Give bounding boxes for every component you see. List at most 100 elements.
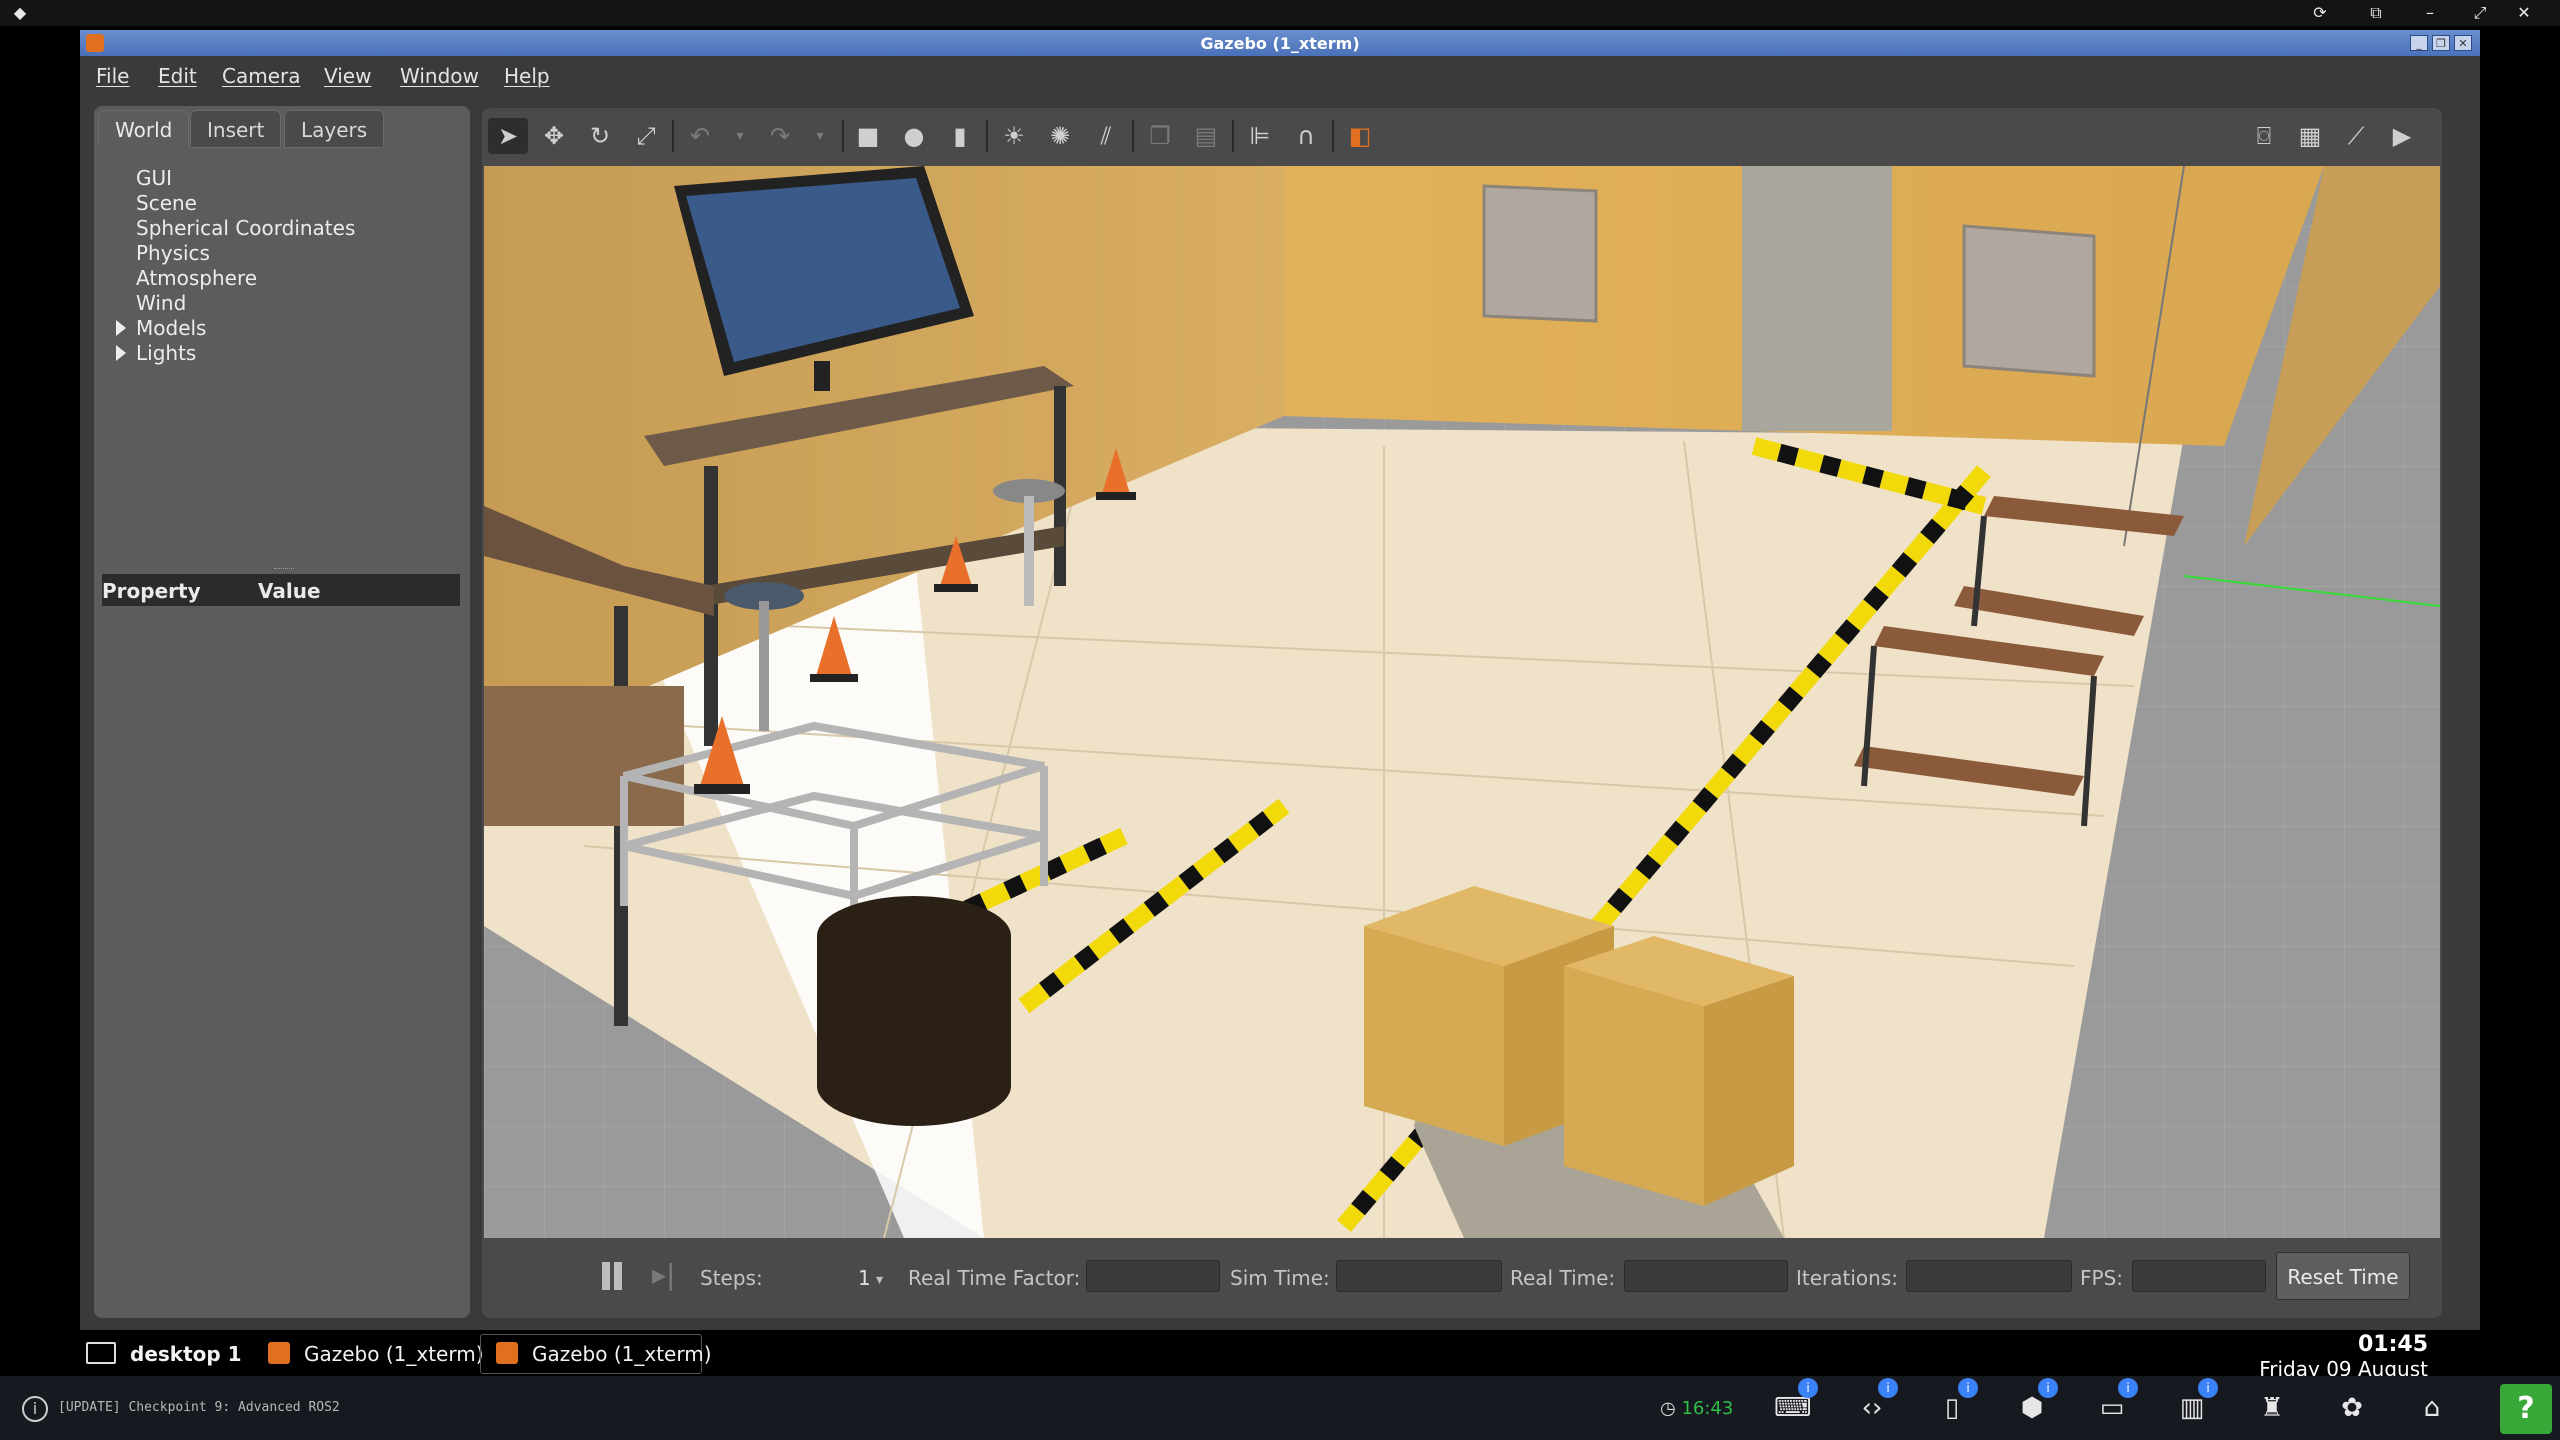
- iterations-label: Iterations:: [1796, 1266, 1898, 1290]
- redo-icon[interactable]: ↷: [760, 118, 800, 154]
- tree-item-lights[interactable]: Lights: [136, 341, 196, 365]
- menubar: File Edit Camera View Window Help: [80, 56, 2480, 92]
- tab-layers[interactable]: Layers: [284, 110, 385, 148]
- plot-icon[interactable]: ⟋: [2336, 118, 2376, 154]
- panel-splitter-handle[interactable]: [274, 568, 294, 570]
- refresh-icon[interactable]: ⟳: [2310, 3, 2330, 23]
- book-icon[interactable]: ▥ i: [2174, 1378, 2218, 1424]
- clock-time: 01:45: [2357, 1332, 2428, 1357]
- steps-dropdown-icon[interactable]: ▾: [876, 1272, 883, 1288]
- box-icon[interactable]: ■: [848, 118, 888, 154]
- window-titlebar[interactable]: Gazebo (1_xterm) _ ❐ ✕: [80, 30, 2480, 56]
- tree-item-wind[interactable]: Wind: [136, 291, 186, 315]
- notification-badge: i: [1958, 1378, 1978, 1398]
- snap-icon[interactable]: ∩: [1286, 118, 1326, 154]
- property-table-header: Property Value: [102, 574, 460, 606]
- timer-display: ◷ 16:43: [1660, 1398, 1733, 1419]
- tree-item-models[interactable]: Models: [136, 316, 206, 340]
- cylinder-icon[interactable]: ▮: [940, 118, 980, 154]
- clock: 01:45 Friday 09 August: [2259, 1332, 2428, 1381]
- help-button[interactable]: ?: [2500, 1384, 2552, 1434]
- cube-icon[interactable]: ⬢ i: [2014, 1378, 2058, 1424]
- timer-value: 16:43: [1681, 1398, 1734, 1419]
- info-icon[interactable]: i: [22, 1396, 48, 1422]
- desktop-switcher-icon[interactable]: [86, 1342, 116, 1364]
- 3d-viewport[interactable]: [484, 166, 2440, 1238]
- sim-time-label: Sim Time:: [1230, 1266, 1330, 1290]
- robot-icon[interactable]: ♜: [2254, 1392, 2290, 1424]
- redo-dropdown-icon[interactable]: ▾: [800, 118, 840, 154]
- screenshot-icon[interactable]: ⌼: [2244, 118, 2284, 154]
- tree-item-spherical-coordinates[interactable]: Spherical Coordinates: [136, 216, 355, 240]
- window-minimize-button[interactable]: _: [2410, 35, 2428, 51]
- log-icon[interactable]: ▦: [2290, 118, 2330, 154]
- task-gazebo-2[interactable]: Gazebo (1_xterm): [532, 1336, 712, 1372]
- directional-light-icon[interactable]: ⫽: [1086, 118, 1126, 154]
- real-time-factor-label: Real Time Factor:: [908, 1266, 1081, 1290]
- tree-item-gui[interactable]: GUI: [136, 166, 172, 190]
- shell-icon[interactable]: ⌨ i: [1774, 1378, 1818, 1424]
- ai-assistant-icon[interactable]: ✿: [2334, 1392, 2370, 1424]
- paste-icon[interactable]: ▤: [1186, 118, 1226, 154]
- notebook-icon[interactable]: ▯ i: [1934, 1378, 1978, 1424]
- select-arrow-icon[interactable]: ➤: [488, 118, 528, 154]
- desktop-taskbar: desktop 1 Gazebo (1_xterm) Gazebo (1_xte…: [0, 1330, 2560, 1381]
- desktop-label[interactable]: desktop 1: [130, 1336, 242, 1372]
- menu-window[interactable]: Window: [400, 64, 479, 88]
- record-video-icon[interactable]: ▶: [2382, 118, 2422, 154]
- tree-item-atmosphere[interactable]: Atmosphere: [136, 266, 257, 290]
- spot-light-icon[interactable]: ✺: [1040, 118, 1080, 154]
- code-editor-icon[interactable]: ‹› i: [1854, 1378, 1898, 1424]
- undo-dropdown-icon[interactable]: ▾: [720, 118, 760, 154]
- iterations-field: [1906, 1260, 2072, 1292]
- translate-icon[interactable]: ✥: [534, 118, 574, 154]
- menu-help[interactable]: Help: [504, 64, 550, 88]
- pause-icon-bar[interactable]: [614, 1262, 622, 1290]
- task-gazebo-1[interactable]: Gazebo (1_xterm): [304, 1336, 484, 1372]
- step-forward-icon[interactable]: ▸|: [652, 1258, 676, 1291]
- platform-bar: i [UPDATE] Checkpoint 9: Advanced ROS2 ◷…: [0, 1376, 2560, 1440]
- align-icon[interactable]: ⊫: [1240, 118, 1280, 154]
- window-restore-button[interactable]: ❐: [2432, 35, 2450, 51]
- expand-lights-icon[interactable]: [116, 345, 126, 361]
- notification-badge: i: [2198, 1378, 2218, 1398]
- menu-camera[interactable]: Camera: [222, 64, 301, 88]
- undo-icon[interactable]: ↶: [680, 118, 720, 154]
- sphere-icon[interactable]: ●: [894, 118, 934, 154]
- steps-value[interactable]: 1: [858, 1266, 871, 1290]
- home-icon[interactable]: ⌂: [2414, 1392, 2450, 1424]
- desktop-top-bar: ◆ ⟳ ⧉ – ⤢ ✕: [0, 0, 2560, 26]
- menu-file[interactable]: File: [96, 64, 129, 88]
- monitor-icon[interactable]: ▭ i: [2094, 1378, 2138, 1424]
- value-column-header: Value: [258, 579, 321, 603]
- menu-edit[interactable]: Edit: [158, 64, 197, 88]
- real-time-field: [1624, 1260, 1788, 1292]
- tree-item-scene[interactable]: Scene: [136, 191, 197, 215]
- scale-icon[interactable]: ⤢: [626, 118, 666, 154]
- minimize-icon[interactable]: –: [2420, 3, 2440, 23]
- window-close-button[interactable]: ✕: [2454, 35, 2472, 51]
- real-time-label: Real Time:: [1510, 1266, 1616, 1290]
- gazebo-window: Gazebo (1_xterm) _ ❐ ✕ File Edit Camera …: [80, 30, 2480, 1330]
- tab-world[interactable]: World: [98, 110, 190, 148]
- rotate-icon[interactable]: ↻: [580, 118, 620, 154]
- menu-view[interactable]: View: [324, 64, 371, 88]
- close-icon[interactable]: ✕: [2514, 3, 2534, 23]
- expand-icon[interactable]: ⤢: [2470, 3, 2490, 23]
- expand-models-icon[interactable]: [116, 320, 126, 336]
- copy-icon[interactable]: ❐: [1140, 118, 1180, 154]
- pause-icon[interactable]: [602, 1262, 610, 1290]
- fps-label: FPS:: [2080, 1266, 2123, 1290]
- external-link-icon[interactable]: ⧉: [2366, 3, 2386, 23]
- reset-time-button[interactable]: Reset Time: [2276, 1252, 2410, 1300]
- app-logo-icon: ◆: [13, 3, 27, 22]
- window-title: Gazebo (1_xterm): [1200, 34, 1360, 53]
- tree-item-physics[interactable]: Physics: [136, 241, 210, 265]
- view-angle-icon[interactable]: ◧: [1340, 118, 1380, 154]
- tab-insert[interactable]: Insert: [190, 110, 282, 148]
- point-light-icon[interactable]: ☀: [994, 118, 1034, 154]
- clock-icon: ◷: [1660, 1398, 1676, 1419]
- fps-field: [2132, 1260, 2266, 1292]
- notification-badge: i: [1798, 1378, 1818, 1398]
- real-time-factor-field: [1086, 1260, 1220, 1292]
